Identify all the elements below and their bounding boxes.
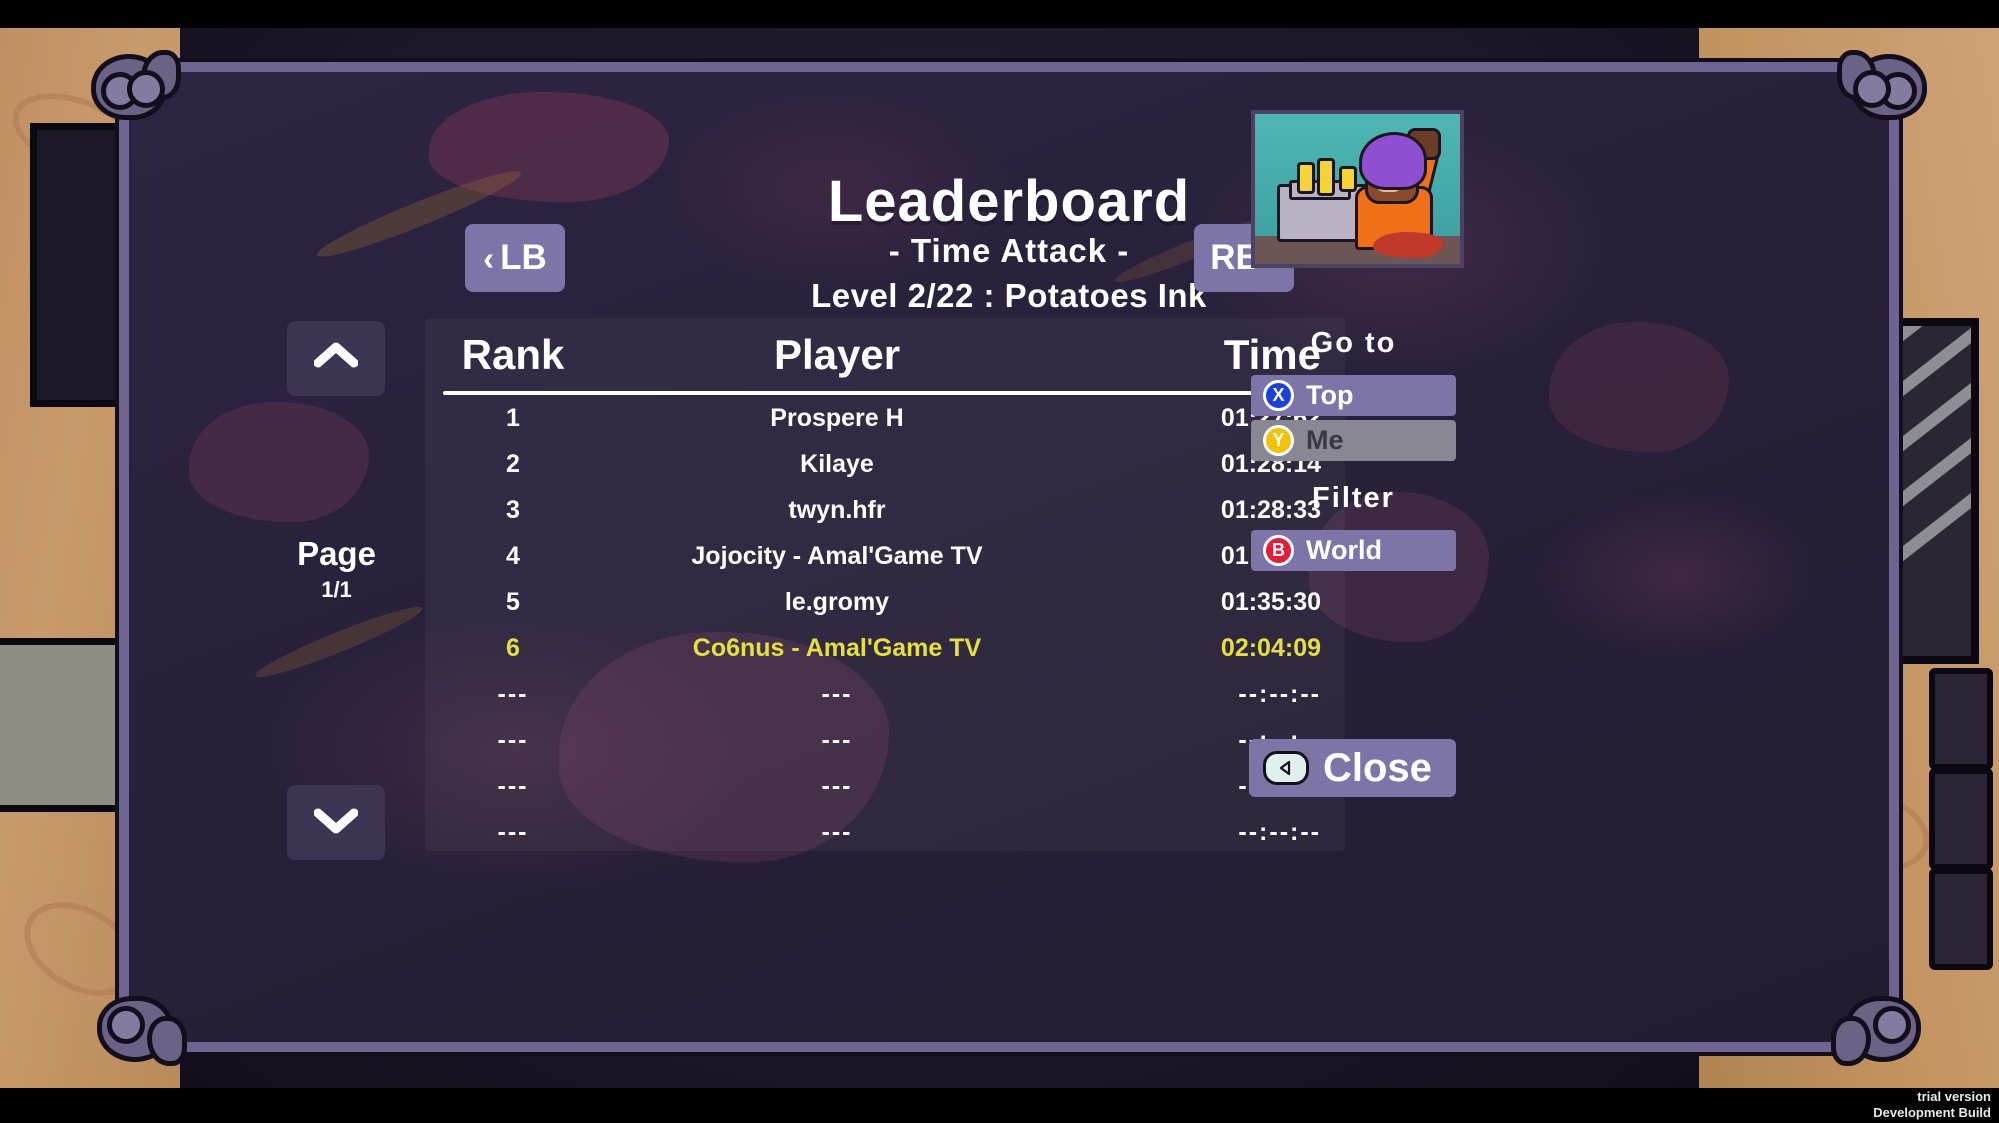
- table-row: --------:--:--: [443, 717, 1327, 763]
- decor-grip-hand-bottom-right: [1831, 994, 1925, 1072]
- filter-world-button[interactable]: B World: [1251, 530, 1456, 571]
- scroll-down-button[interactable]: [287, 785, 385, 860]
- row-rank: 2: [506, 449, 520, 478]
- row-player: ---: [821, 817, 853, 846]
- row-time: 01:35:30: [1220, 587, 1321, 616]
- preview-bulb: [1339, 166, 1357, 192]
- row-time: --:--:--: [1238, 817, 1321, 846]
- prev-leaderboard-button[interactable]: ‹ LB: [465, 224, 565, 292]
- column-header-player: Player: [773, 330, 901, 378]
- background-pipe: [1929, 868, 1993, 970]
- decor-grip-hand-bottom-left: [93, 994, 187, 1072]
- watermark-line-1: trial version: [1917, 1089, 1991, 1104]
- background-pipe: [1929, 768, 1993, 870]
- row-player: Jojocity - Amal'Game TV: [691, 541, 983, 570]
- row-player: Co6nus - Amal'Game TV: [692, 633, 982, 662]
- page-value: 1/1: [321, 577, 352, 602]
- level-label: Level 2/22 : Potatoes Ink: [811, 277, 1207, 314]
- table-row: 3 twyn.hfr 01:28:33: [443, 487, 1327, 533]
- decor-splat: [189, 402, 369, 522]
- row-player: Kilaye: [800, 449, 874, 478]
- filter-world-label: World: [1306, 535, 1382, 565]
- close-button[interactable]: Close: [1249, 739, 1456, 797]
- row-player: ---: [821, 679, 853, 708]
- goto-heading: Go to: [1310, 327, 1397, 359]
- decor-splat: [1549, 322, 1729, 452]
- chevron-down-icon: [313, 805, 359, 840]
- table-row: 4Jojocity - Amal'Game TV01:32:21: [443, 533, 1327, 579]
- row-player: ---: [821, 771, 853, 800]
- close-button-label: Close: [1323, 745, 1432, 790]
- filter-heading: Filter: [1312, 482, 1395, 514]
- row-player: le.gromy: [784, 587, 890, 616]
- row-rank: ---: [497, 725, 529, 754]
- row-time: 02:04:09: [1220, 633, 1321, 662]
- preview-bulb: [1297, 162, 1315, 194]
- build-watermark: trial version Development Build: [1873, 1089, 1991, 1121]
- table-header-row: Rank Player Time: [425, 318, 1345, 391]
- ybutton-icon: Y: [1263, 425, 1294, 456]
- chevron-left-icon: ‹: [483, 239, 495, 277]
- mode-subtitle: - Time Attack -: [888, 232, 1130, 269]
- row-rank: ---: [497, 771, 529, 800]
- page-label: Page: [297, 535, 376, 572]
- table-body: 1 Prospere H 01:27:62 2 Kilaye 01:28:14 3 twyn.…: [425, 395, 1345, 851]
- preview-bulb: [1317, 158, 1335, 196]
- xbutton-icon: X: [1263, 380, 1294, 411]
- goto-me-label: Me: [1306, 425, 1344, 455]
- row-rank: ---: [497, 679, 529, 708]
- table-row: 1 Prospere H 01:27:62: [443, 395, 1327, 441]
- row-player: twyn.hfr: [788, 495, 886, 524]
- page-title: Leaderboard: [827, 169, 1191, 234]
- level-preview-thumbnail: [1251, 110, 1464, 268]
- goto-me-button[interactable]: Y Me: [1251, 420, 1456, 461]
- row-rank: 1: [506, 403, 520, 432]
- table-row: --- --- --:--:--: [443, 671, 1327, 717]
- game-screen: Leaderboard - Time Attack - Level 2/22 :…: [0, 0, 1999, 1123]
- preview-paint-splat: [1373, 232, 1443, 258]
- back-button-icon: [1263, 751, 1309, 785]
- row-rank: 6: [506, 633, 520, 662]
- row-rank: 3: [506, 495, 520, 524]
- row-player: ---: [821, 725, 853, 754]
- row-time: --:--:--: [1238, 679, 1321, 708]
- table-row: 6 Co6nus - Amal'Game TV 02:04:09: [443, 625, 1327, 671]
- preview-character-hair: [1359, 132, 1427, 190]
- letterbox-bottom: [0, 1088, 1999, 1123]
- background-wall-panel: [0, 638, 124, 812]
- row-rank: 5: [506, 587, 520, 616]
- letterbox-top: [0, 0, 1999, 28]
- decor-grip-hand-left: [87, 44, 181, 122]
- scroll-up-button[interactable]: [287, 321, 385, 396]
- decor-streak: [251, 599, 427, 685]
- row-rank: ---: [497, 817, 529, 846]
- table-row: --- --- --:--:--: [443, 809, 1327, 851]
- table-row: 5 le.gromy 01:35:30: [443, 579, 1327, 625]
- goto-top-label: Top: [1306, 380, 1354, 410]
- prev-bumper-label: LB: [500, 238, 547, 277]
- decor-grip-hand-right: [1837, 44, 1931, 122]
- leaderboard-table: Rank Player Time 1 Prospere H 01:27:62 2 Kil…: [425, 318, 1345, 851]
- bbutton-icon: B: [1263, 535, 1294, 566]
- leaderboard-panel-background: Leaderboard - Time Attack - Level 2/22 :…: [129, 72, 1889, 1042]
- chevron-up-icon: [313, 341, 359, 376]
- goto-top-button[interactable]: X Top: [1251, 375, 1456, 416]
- column-header-rank: Rank: [461, 330, 565, 378]
- background-pipe: [1929, 668, 1993, 770]
- row-rank: 4: [506, 541, 520, 570]
- watermark-line-2: Development Build: [1873, 1105, 1991, 1120]
- table-row: --------:--:--: [443, 763, 1327, 809]
- table-row: 2 Kilaye 01:28:14: [443, 441, 1327, 487]
- leaderboard-panel: Leaderboard - Time Attack - Level 2/22 :…: [91, 50, 1927, 1066]
- row-player: Prospere H: [770, 403, 904, 432]
